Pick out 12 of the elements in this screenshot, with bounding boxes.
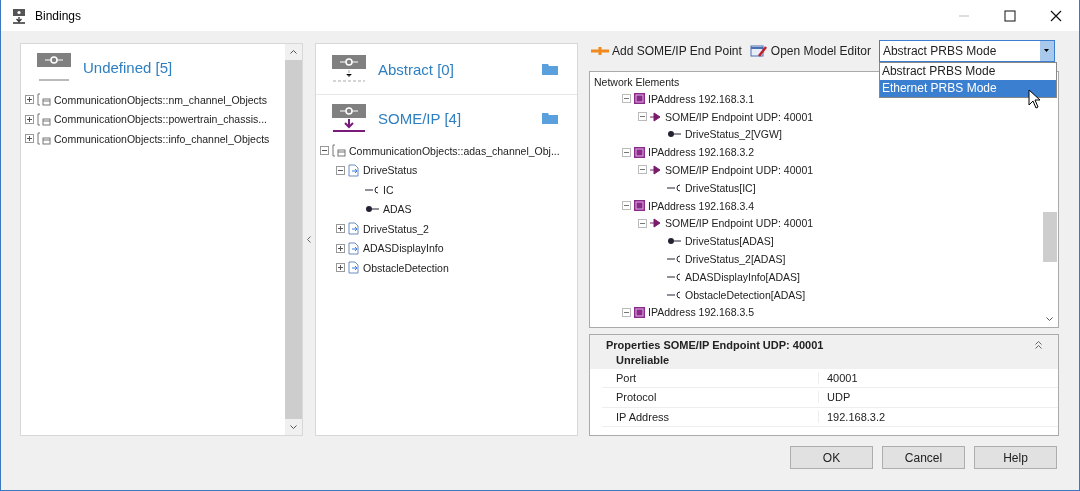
property-value: UDP [826, 391, 851, 404]
property-name: Protocol [602, 391, 819, 404]
window-title: Bindings [35, 8, 82, 23]
panel-title: Abstract [0] [378, 60, 454, 78]
property-name: IP Address [602, 410, 819, 423]
property-value: 40001 [826, 371, 858, 384]
tree-header: Network Elements [594, 75, 680, 88]
property-value: 192.168.3.2 [826, 410, 886, 423]
panel-title: SOME/IP [4] [378, 109, 462, 127]
property-name: Port [602, 371, 819, 384]
properties-title: Properties SOME/IP Endpoint UDP: 40001 [606, 338, 824, 351]
panel-title: Undefined [5] [83, 58, 173, 76]
